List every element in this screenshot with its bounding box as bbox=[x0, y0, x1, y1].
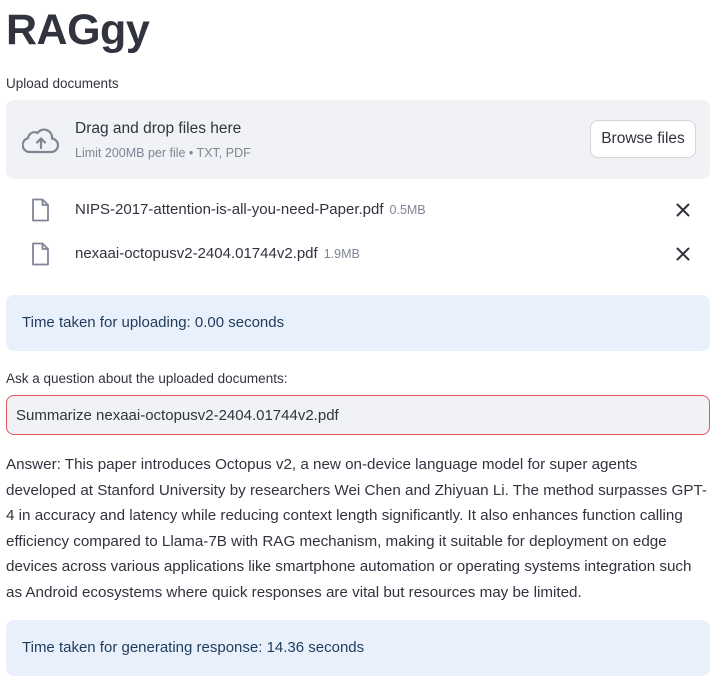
uploaded-file-item: nexaai-octopusv2-2404.01744v2.pdf 1.9MB bbox=[6, 239, 710, 269]
file-name-text: NIPS-2017-attention-is-all-you-need-Pape… bbox=[75, 201, 384, 218]
upload-time-text: Time taken for uploading: 0.00 seconds bbox=[22, 314, 285, 331]
uploaded-file-item: NIPS-2017-attention-is-all-you-need-Pape… bbox=[6, 195, 710, 225]
cloud-upload-icon bbox=[22, 128, 60, 154]
file-dropzone[interactable]: Drag and drop files here Limit 200MB per… bbox=[6, 100, 710, 179]
file-icon bbox=[32, 198, 49, 222]
file-name-text: nexaai-octopusv2-2404.01744v2.pdf bbox=[75, 245, 318, 262]
answer-text: Answer: This paper introduces Octopus v2… bbox=[6, 456, 707, 601]
file-size: 1.9MB bbox=[323, 247, 360, 261]
question-input[interactable] bbox=[6, 395, 710, 435]
upload-label: Upload documents bbox=[6, 76, 119, 91]
close-icon[interactable] bbox=[674, 245, 692, 263]
file-name: nexaai-octopusv2-2404.01744v2.pdf 1.9MB bbox=[75, 245, 360, 262]
close-icon[interactable] bbox=[674, 201, 692, 219]
file-icon bbox=[32, 242, 49, 266]
dropzone-instructions: Drag and drop files here bbox=[75, 120, 242, 137]
response-time-text: Time taken for generating response: 14.3… bbox=[22, 639, 365, 656]
browse-files-button[interactable]: Browse files bbox=[590, 120, 696, 158]
upload-time-info: Time taken for uploading: 0.00 seconds bbox=[6, 295, 710, 351]
page-title: RAGgy bbox=[6, 6, 150, 54]
response-time-info: Time taken for generating response: 14.3… bbox=[6, 620, 710, 676]
file-size: 0.5MB bbox=[389, 203, 426, 217]
question-label: Ask a question about the uploaded docume… bbox=[6, 371, 288, 386]
file-name: NIPS-2017-attention-is-all-you-need-Pape… bbox=[75, 201, 426, 218]
dropzone-limit-text: Limit 200MB per file • TXT, PDF bbox=[75, 146, 251, 160]
